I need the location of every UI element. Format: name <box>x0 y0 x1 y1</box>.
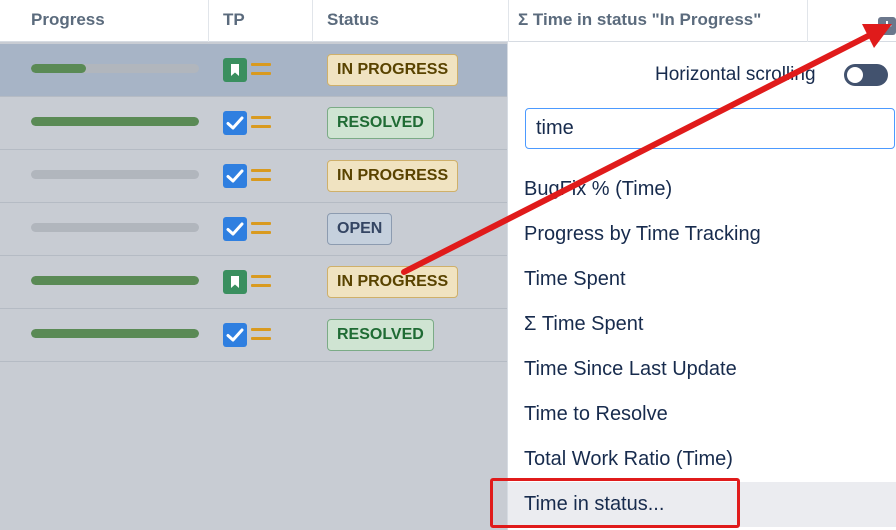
annotation-arrow <box>401 24 892 275</box>
arrow-line <box>401 33 871 275</box>
